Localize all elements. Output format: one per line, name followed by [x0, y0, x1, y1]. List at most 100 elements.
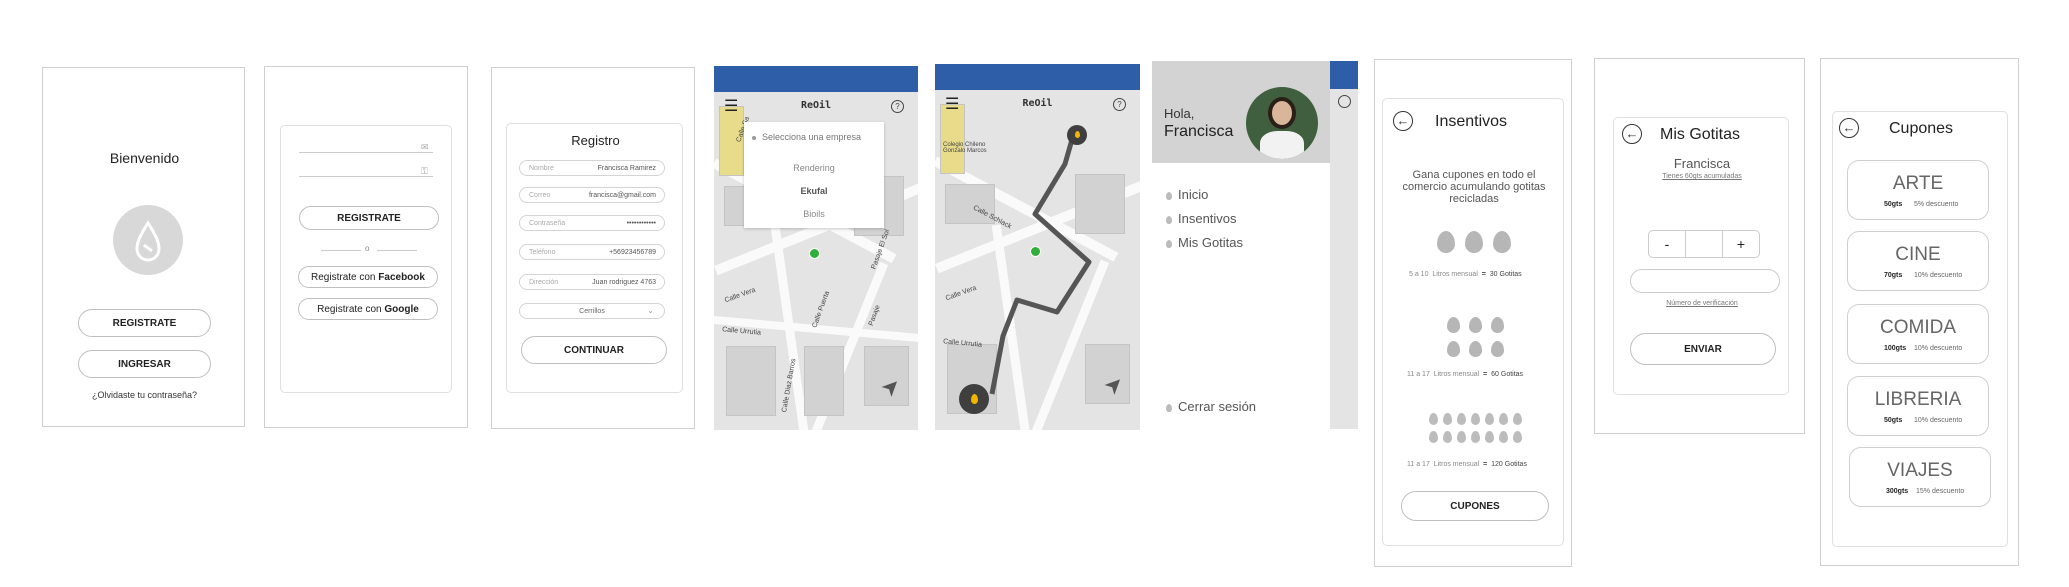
logout-link[interactable]: Cerrar sesión: [1166, 399, 1256, 414]
insentivos-card: ← Insentivos Gana cupones en todo el com…: [1382, 98, 1564, 546]
divider-left: [321, 250, 361, 251]
continue-button[interactable]: CONTINUAR: [521, 336, 667, 364]
tier-range: 11 a 17: [1407, 461, 1430, 468]
tier-unit: Litros mensual: [1432, 271, 1478, 278]
coupon-card[interactable]: CINE 70gts 10% descuento: [1847, 231, 1989, 291]
coupon-cost: 50gts: [1884, 417, 1903, 424]
insentivos-description: Gana cupones en todo el comercio acumula…: [1402, 169, 1546, 205]
coupon-cost: 300gts: [1886, 488, 1909, 495]
email-underline: [299, 152, 433, 153]
tier-reward: 60 Gotitas: [1491, 371, 1524, 378]
screen-side-menu: Hola, Francisca Inicio Insentivos Mis Go…: [1152, 61, 1358, 429]
tier-eq: =: [1481, 271, 1486, 278]
droplet-icon: [1447, 317, 1460, 333]
map-behind: [1330, 61, 1358, 429]
welcome-title: Bienvenido: [109, 150, 180, 166]
dropdown-option[interactable]: Ekufal: [744, 186, 884, 196]
greeting: Hola,: [1164, 106, 1195, 121]
droplet-icon: [1499, 413, 1508, 425]
email-value: francisca@gmail.com: [588, 192, 656, 199]
signup-register-button[interactable]: REGISTRATE: [299, 206, 439, 230]
company-dropdown[interactable]: Selecciona una empresa Rendering Ekufal …: [744, 122, 884, 228]
plus-button[interactable]: +: [1723, 231, 1759, 257]
facebook-prefix: Registrate con: [311, 271, 379, 283]
minus-button[interactable]: -: [1649, 231, 1685, 257]
verification-input[interactable]: [1630, 269, 1780, 293]
google-brand: Google: [384, 303, 419, 315]
building: [804, 346, 844, 416]
location-pin-icon: [809, 248, 820, 259]
tier-3-text: 11 a 17 Litros mensual = 120 Gotitas: [1407, 461, 1527, 468]
menu-item-label: Inicio: [1178, 187, 1209, 202]
top-bar: [714, 66, 918, 92]
droplet-icon: [1166, 191, 1172, 200]
dropdown-option[interactable]: Rendering: [744, 163, 884, 173]
menu-item-mis-gotitas[interactable]: Mis Gotitas: [1166, 235, 1243, 250]
destination-pin-icon[interactable]: [1067, 125, 1087, 145]
login-button[interactable]: INGRESAR: [78, 350, 211, 378]
phone-field[interactable]: Teléfono +56923456789: [519, 244, 665, 260]
droplet-icon: [1429, 431, 1438, 443]
top-bar: [1330, 61, 1358, 89]
user-name: Francisca: [1164, 123, 1234, 140]
back-arrow-icon[interactable]: ←: [1839, 118, 1859, 138]
coupon-card[interactable]: COMIDA 100gts 10% descuento: [1847, 304, 1989, 364]
password-value: ••••••••••••: [626, 220, 656, 227]
back-arrow-icon[interactable]: ←: [1393, 111, 1413, 131]
gotitas-user-name: Francisca: [1673, 156, 1731, 171]
droplet-icon: [1465, 231, 1483, 253]
menu-item-inicio[interactable]: Inicio: [1166, 187, 1208, 202]
tier-range: 5 a 10: [1409, 271, 1429, 278]
address-value: Juan rodriguez 4763: [592, 279, 656, 286]
forgot-password-link[interactable]: ¿Olvidaste tu contraseña?: [43, 390, 244, 400]
droplet-icon: [1437, 231, 1455, 253]
coupon-discount: 10% descuento: [1914, 272, 1963, 279]
tier-unit: Litros mensual: [1433, 371, 1480, 378]
tier-eq: =: [1483, 461, 1488, 468]
origin-pin-icon[interactable]: [959, 384, 989, 414]
name-label: Nombre: [529, 165, 554, 172]
name-field[interactable]: Nombre Francisca Ramirez: [519, 160, 665, 176]
gotitas-card: ← Mis Gotitas Francisca Tienes 60gts acu…: [1613, 117, 1789, 395]
menu-item-insentivos[interactable]: Insentivos: [1166, 211, 1237, 226]
droplet-icon: [1485, 431, 1494, 443]
coupon-card[interactable]: VIAJES 300gts 15% descuento: [1849, 447, 1991, 507]
google-signup-button[interactable]: Registrate con Google: [298, 298, 438, 320]
droplet-icon: [1447, 341, 1460, 357]
quantity-stepper[interactable]: - +: [1648, 230, 1760, 258]
coupon-card[interactable]: LIBRERIA 50gts 10% descuento: [1847, 376, 1989, 436]
droplet-icon: [1469, 341, 1482, 357]
screen-cupones: ← Cupones ARTE 50gts 5% descuento CINE 70gt…: [1820, 58, 2019, 566]
back-arrow-icon[interactable]: ←: [1622, 124, 1642, 144]
coupon-card[interactable]: ARTE 50gts 5% descuento: [1847, 160, 1989, 220]
email-field[interactable]: Correo francisca@gmail.com: [519, 187, 665, 203]
phone-label: Teléfono: [529, 249, 556, 256]
tier-eq: =: [1483, 371, 1488, 378]
address-field[interactable]: Dirección Juan rodriguez 4763: [519, 274, 665, 290]
help-icon[interactable]: ?: [1113, 98, 1126, 111]
phone-value: +56923456789: [609, 249, 656, 256]
tier-1-text: 5 a 10 Litros mensual = 30 Gotitas: [1409, 271, 1522, 278]
dropdown-placeholder[interactable]: Selecciona una empresa: [752, 132, 861, 142]
name-value: Francisca Ramirez: [597, 165, 656, 172]
tier-reward: 30 Gotitas: [1489, 271, 1522, 278]
send-button[interactable]: ENVIAR: [1630, 333, 1776, 365]
logout-label: Cerrar sesión: [1178, 399, 1257, 414]
droplet-icon: [1166, 215, 1172, 224]
facebook-brand: Facebook: [378, 271, 425, 283]
coupon-cost: 100gts: [1884, 345, 1907, 352]
help-icon[interactable]: ?: [891, 100, 904, 113]
register-button[interactable]: REGISTRATE: [78, 309, 211, 337]
cupones-button[interactable]: CUPONES: [1401, 491, 1549, 521]
quantity-input[interactable]: [1685, 231, 1723, 257]
accumulated-link[interactable]: Tienes 60gts acumuladas: [1614, 173, 1790, 180]
coupon-name: COMIDA: [1880, 317, 1956, 338]
commune-select[interactable]: Cerrillos ⌄: [519, 303, 665, 319]
menu-drawer: Hola, Francisca Inicio Insentivos Mis Go…: [1152, 61, 1330, 429]
facebook-signup-button[interactable]: Registrate con Facebook: [298, 266, 438, 288]
email-label: Correo: [529, 192, 551, 199]
cupones-title: Cupones: [1889, 120, 1954, 137]
dropdown-option[interactable]: Bioils: [744, 209, 884, 219]
password-field[interactable]: Contraseña ••••••••••••: [519, 215, 665, 231]
street-label: Calle Vera: [723, 286, 757, 305]
